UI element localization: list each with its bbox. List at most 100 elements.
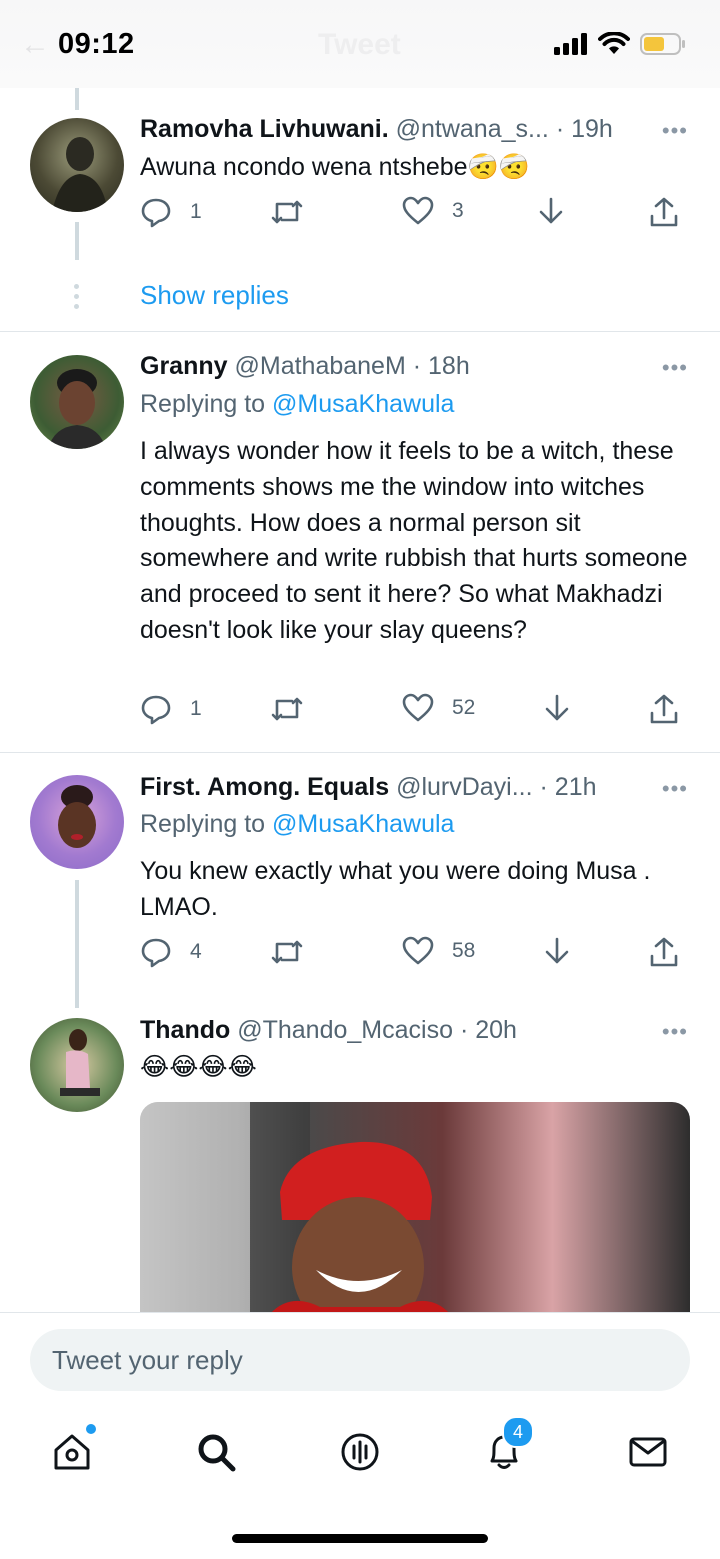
retweet-button[interactable]: [270, 693, 304, 725]
home-notification-dot: [86, 1424, 96, 1434]
like-button[interactable]: 3: [402, 196, 464, 226]
download-arrow-icon: [545, 694, 569, 721]
tweet-actions: 1 52: [140, 693, 685, 733]
more-options-icon[interactable]: •••: [662, 776, 688, 802]
like-button[interactable]: 52: [402, 693, 475, 723]
spaces-icon: [341, 1433, 379, 1471]
heart-icon: [402, 936, 434, 965]
avatar[interactable]: [30, 355, 124, 449]
avatar-portrait: [60, 1029, 100, 1096]
status-bar: ← Tweet 09:12: [0, 0, 720, 88]
reply-button[interactable]: 4: [140, 936, 202, 968]
replying-prefix: Replying to: [140, 390, 266, 418]
thread-line: [75, 880, 79, 1008]
avatar[interactable]: [30, 1018, 124, 1112]
tab-search[interactable]: [186, 1422, 246, 1482]
system-icons: [554, 32, 686, 56]
reply-icon: [141, 695, 171, 725]
divider: [0, 752, 720, 753]
tweet-actions: 4 58: [140, 936, 685, 976]
tab-spaces[interactable]: [330, 1422, 390, 1482]
replying-to-link[interactable]: @MusaKhawula: [272, 390, 454, 418]
share-button[interactable]: [648, 196, 680, 228]
retweet-button[interactable]: [270, 196, 304, 228]
display-name[interactable]: Thando: [140, 1016, 230, 1044]
tweet-header: Granny @MathabaneM · 18h: [140, 352, 640, 381]
display-name[interactable]: Ramovha Livhuwani.: [140, 115, 389, 143]
replying-to: Replying to @MusaKhawula: [140, 810, 454, 839]
tweet-time: · 18h: [412, 352, 470, 380]
retweet-icon: [271, 940, 303, 964]
replying-to: Replying to @MusaKhawula: [140, 390, 454, 419]
share-icon: [650, 937, 678, 967]
avatar[interactable]: [30, 775, 124, 869]
wifi-icon: [598, 32, 630, 54]
tab-bar: 4: [0, 1408, 720, 1498]
more-options-icon[interactable]: •••: [662, 355, 688, 381]
reply-count: 4: [190, 940, 202, 963]
bookmark-button[interactable]: [542, 936, 572, 968]
tab-home[interactable]: [42, 1422, 102, 1482]
reply-icon: [141, 938, 171, 968]
back-arrow-icon[interactable]: ←: [20, 28, 50, 62]
media-photo: [140, 1102, 450, 1314]
home-indicator[interactable]: [232, 1534, 488, 1543]
battery-icon: [640, 33, 685, 55]
like-count: 52: [452, 696, 476, 719]
tweet-text: 😂😂😂😂: [140, 1053, 257, 1081]
divider: [0, 331, 720, 332]
display-name[interactable]: First. Among. Equals: [140, 773, 389, 801]
share-button[interactable]: [648, 693, 680, 725]
show-replies-link[interactable]: Show replies: [140, 280, 289, 311]
retweet-icon: [271, 200, 303, 224]
reply-icon: [141, 198, 171, 228]
header-title: Tweet: [318, 28, 401, 61]
user-handle[interactable]: @MathabaneM: [234, 352, 405, 380]
reply-button[interactable]: 1: [140, 693, 202, 725]
user-handle[interactable]: @lurvDayi...: [396, 773, 533, 801]
tweet-header: First. Among. Equals @lurvDayi... · 21h: [140, 773, 640, 802]
tweet-header: Thando @Thando_Mcaciso · 20h: [140, 1016, 640, 1045]
like-count: 3: [452, 199, 464, 222]
search-icon: [198, 1434, 236, 1472]
home-icon: [54, 1434, 90, 1470]
download-arrow-icon: [539, 197, 563, 224]
tweet-text: You knew exactly what you were doing Mus…: [140, 857, 651, 921]
tweet-header: Ramovha Livhuwani. @ntwana_s... · 19h: [140, 115, 640, 144]
more-options-icon[interactable]: •••: [662, 118, 688, 144]
share-icon: [650, 197, 678, 227]
reply-button[interactable]: 1: [140, 196, 202, 228]
status-time: 09:12: [58, 28, 135, 60]
download-arrow-icon: [545, 937, 569, 964]
reply-count: 1: [190, 200, 202, 223]
retweet-icon: [271, 697, 303, 721]
tweet-text: Awuna ncondo wena ntshebe🤕🤕: [140, 153, 530, 181]
tweet-media-image[interactable]: [140, 1102, 690, 1314]
cellular-signal-icon: [554, 33, 587, 55]
user-handle[interactable]: @Thando_Mcaciso: [237, 1016, 453, 1044]
more-options-icon[interactable]: •••: [662, 1019, 688, 1045]
display-name[interactable]: Granny: [140, 352, 228, 380]
tweet-time: · 20h: [459, 1016, 517, 1044]
tab-messages[interactable]: [618, 1422, 678, 1482]
tab-notifications[interactable]: 4: [474, 1416, 534, 1482]
tweet-time: · 21h: [539, 773, 597, 801]
bookmark-button[interactable]: [536, 196, 566, 228]
avatar-portrait: [48, 369, 106, 449]
like-button[interactable]: 58: [402, 936, 475, 966]
reply-count: 1: [190, 697, 202, 720]
tweet-actions: 1 3: [140, 196, 685, 236]
avatar-portrait: [52, 137, 108, 212]
share-button[interactable]: [648, 936, 680, 968]
thread-line: [75, 222, 79, 260]
retweet-button[interactable]: [270, 936, 304, 968]
heart-icon: [402, 693, 434, 722]
notification-badge: 4: [502, 1416, 534, 1448]
avatar[interactable]: [30, 118, 124, 212]
replying-to-link[interactable]: @MusaKhawula: [272, 810, 454, 838]
share-icon: [650, 694, 678, 724]
user-handle[interactable]: @ntwana_s...: [396, 115, 549, 143]
bookmark-button[interactable]: [542, 693, 572, 725]
tweet-text: I always wonder how it feels to be a wit…: [140, 437, 688, 644]
reply-input[interactable]: [30, 1329, 690, 1391]
